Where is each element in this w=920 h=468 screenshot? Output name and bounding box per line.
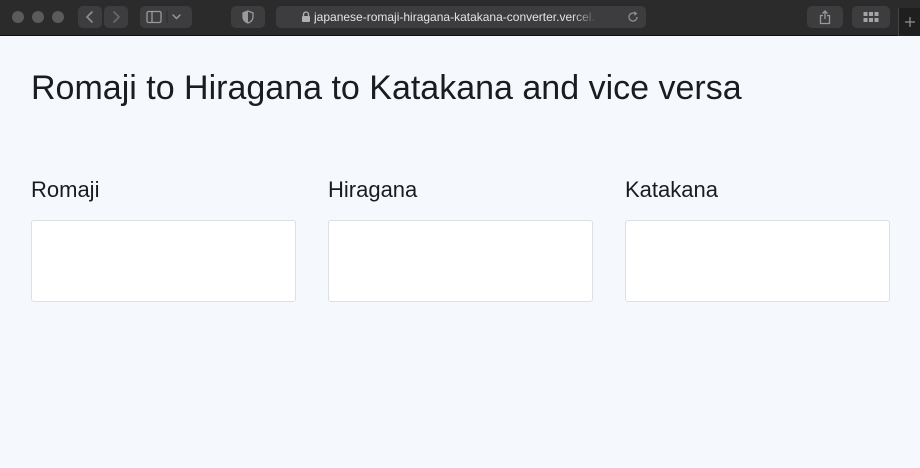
tab-overview-button[interactable]	[852, 6, 890, 28]
zoom-window-button[interactable]	[52, 11, 64, 23]
romaji-input[interactable]	[31, 220, 296, 302]
minimize-window-button[interactable]	[32, 11, 44, 23]
romaji-label: Romaji	[31, 177, 100, 202]
share-button[interactable]	[807, 6, 843, 28]
chevron-left-icon	[85, 11, 93, 23]
new-tab-button[interactable]	[898, 8, 920, 36]
shield-icon	[242, 10, 254, 24]
forward-button[interactable]	[104, 6, 128, 28]
browser-toolbar: japanese-romaji-hiragana-katakana-conver…	[0, 0, 920, 36]
lock-icon	[302, 11, 310, 22]
back-button[interactable]	[78, 6, 102, 28]
reload-icon[interactable]	[627, 11, 639, 23]
katakana-column: Katakana	[625, 176, 890, 302]
share-icon	[819, 9, 831, 24]
katakana-label: Katakana	[625, 177, 718, 202]
sidebar-button[interactable]	[140, 6, 192, 28]
katakana-input[interactable]	[625, 220, 890, 302]
url-text: japanese-romaji-hiragana-katakana-conver…	[314, 10, 594, 24]
romaji-column: Romaji	[31, 176, 296, 302]
chevron-right-icon	[113, 11, 121, 23]
url-fade	[572, 6, 598, 28]
page-title: Romaji to Hiragana to Katakana and vice …	[31, 69, 742, 107]
hiragana-label: Hiragana	[328, 177, 418, 202]
tab-overview-icon	[863, 12, 879, 22]
plus-icon	[904, 17, 915, 27]
address-bar[interactable]: japanese-romaji-hiragana-katakana-conver…	[276, 6, 646, 28]
sidebar-icon	[146, 10, 181, 24]
hiragana-input[interactable]	[328, 220, 593, 302]
privacy-report-button[interactable]	[231, 6, 265, 28]
close-window-button[interactable]	[12, 11, 24, 23]
hiragana-column: Hiragana	[328, 176, 593, 302]
